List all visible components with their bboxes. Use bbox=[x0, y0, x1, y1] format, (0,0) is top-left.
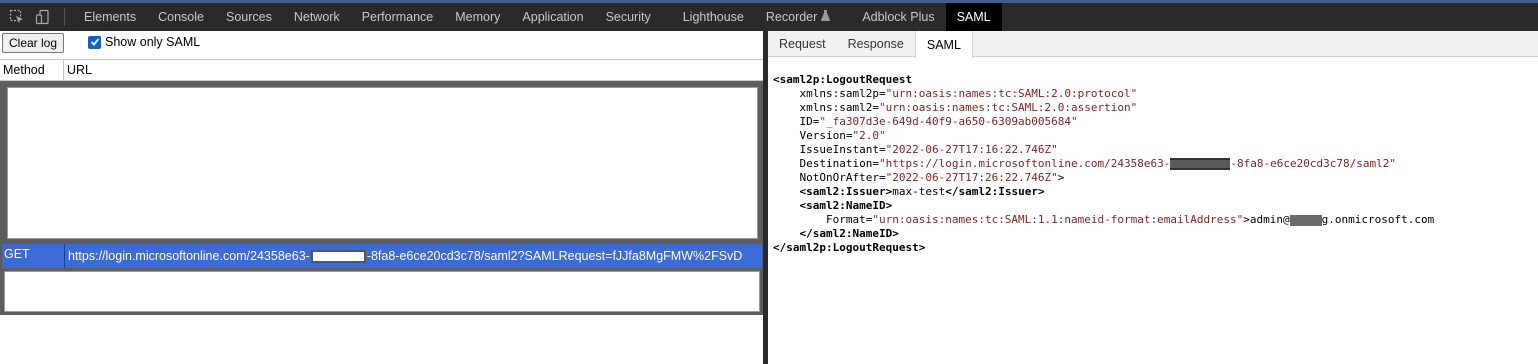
redacted-block bbox=[310, 249, 366, 263]
detail-tab-bar: Request Response SAML bbox=[768, 31, 1538, 58]
saml-xml-viewer: <saml2p:LogoutRequest xmlns:saml2p="urn:… bbox=[773, 73, 1435, 254]
inspect-element-icon[interactable] bbox=[8, 8, 26, 26]
experimental-flask-icon bbox=[821, 10, 831, 24]
show-only-saml-label: Show only SAML bbox=[105, 35, 201, 49]
tab-request[interactable]: Request bbox=[768, 31, 837, 57]
request-list-area bbox=[7, 87, 758, 239]
tab-response[interactable]: Response bbox=[837, 31, 915, 57]
redacted-block bbox=[1170, 158, 1231, 170]
request-table-header: Method URL bbox=[0, 59, 763, 81]
column-header-method: Method bbox=[0, 60, 64, 80]
tab-performance[interactable]: Performance bbox=[351, 3, 445, 31]
tab-network[interactable]: Network bbox=[283, 3, 351, 31]
tab-application[interactable]: Application bbox=[511, 3, 594, 31]
tab-lighthouse[interactable]: Lighthouse bbox=[672, 3, 755, 31]
tab-elements[interactable]: Elements bbox=[73, 3, 147, 31]
saml-detail-pane: Request Response SAML <saml2p:LogoutRequ… bbox=[768, 31, 1538, 364]
request-detail-area bbox=[4, 271, 760, 312]
tab-console[interactable]: Console bbox=[147, 3, 215, 31]
tab-memory[interactable]: Memory bbox=[444, 3, 511, 31]
tab-saml-detail[interactable]: SAML bbox=[914, 31, 973, 58]
device-toolbar-icon[interactable] bbox=[34, 8, 52, 26]
redacted-block bbox=[1289, 214, 1322, 226]
tab-security[interactable]: Security bbox=[595, 3, 662, 31]
tab-recorder[interactable]: Recorder bbox=[755, 3, 841, 31]
clear-log-button[interactable]: Clear log bbox=[2, 33, 64, 53]
show-only-saml-toggle[interactable]: Show only SAML bbox=[88, 35, 200, 49]
column-header-url: URL bbox=[67, 63, 93, 77]
devtools-tab-bar: Elements Console Sources Network Perform… bbox=[0, 0, 1538, 31]
tab-sources[interactable]: Sources bbox=[215, 3, 283, 31]
tab-adblock-plus[interactable]: Adblock Plus bbox=[851, 3, 945, 31]
tab-saml[interactable]: SAML bbox=[945, 3, 1002, 31]
toolbar-divider bbox=[64, 8, 65, 26]
show-only-saml-checkbox[interactable] bbox=[88, 35, 101, 49]
request-log-pane: Clear log Show only SAML Method URL GET … bbox=[0, 31, 763, 364]
request-url: https://login.microsoftonline.com/24358e… bbox=[68, 249, 743, 263]
request-method: GET bbox=[2, 244, 65, 268]
table-row[interactable]: GET https://login.microsoftonline.com/24… bbox=[2, 244, 762, 268]
